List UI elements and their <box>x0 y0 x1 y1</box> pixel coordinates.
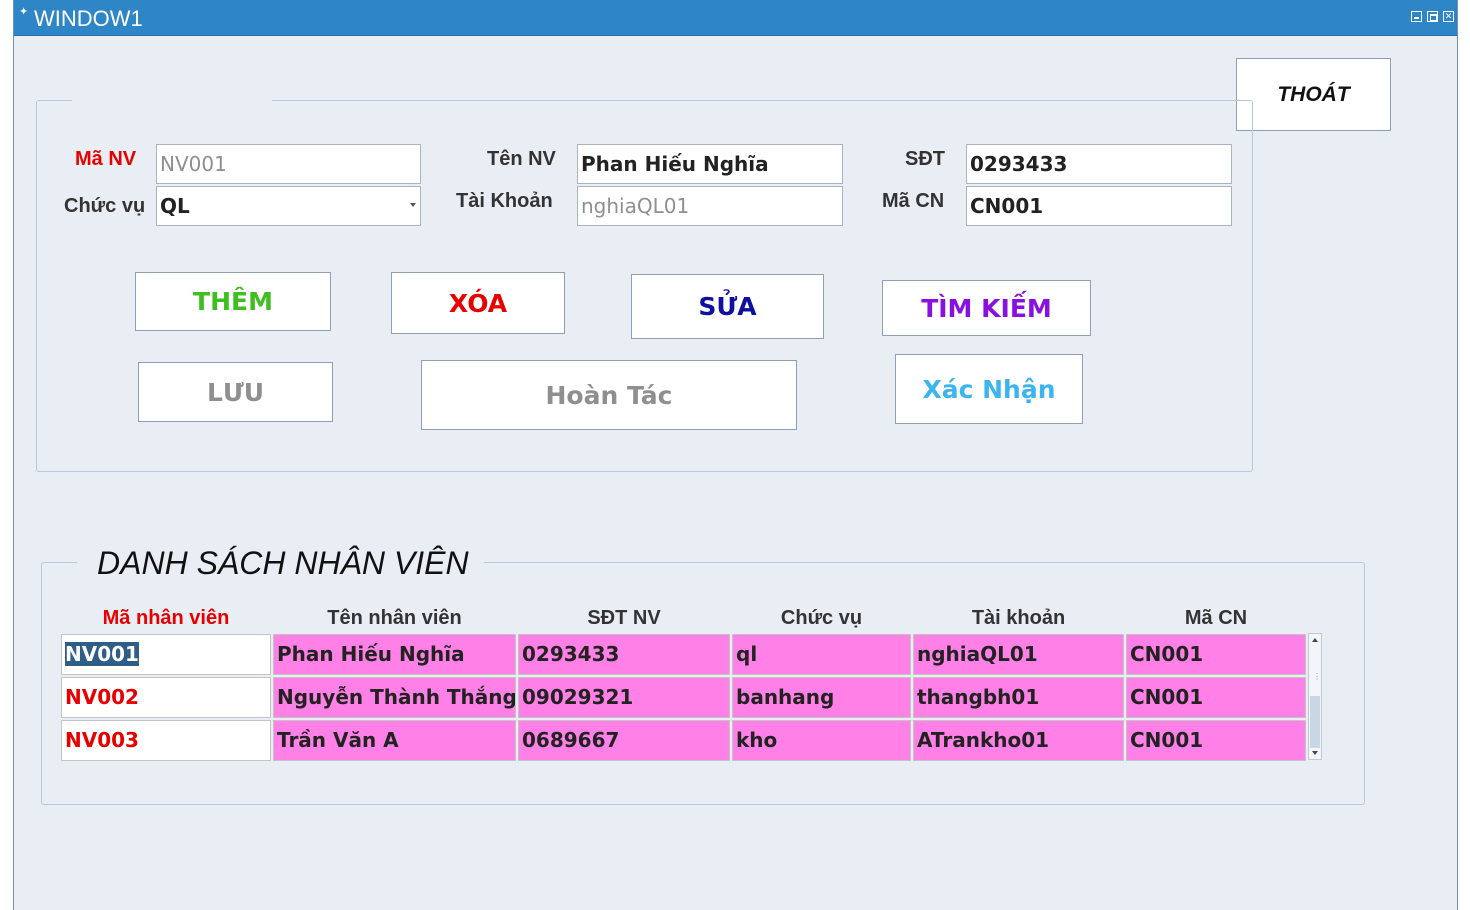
search-button[interactable]: TÌM KIẾM <box>882 280 1091 336</box>
table-cell-ma-nv[interactable]: NV003 <box>61 720 271 761</box>
chuc-vu-label: Chức vụ <box>64 195 146 217</box>
table-cell-ma-cn[interactable]: CN001 <box>1126 677 1306 718</box>
scroll-grip-icon: ⋮ <box>1313 672 1321 681</box>
column-header-sdt[interactable]: SĐT NV <box>518 607 730 633</box>
table-cell-ten-nv[interactable]: Phan Hiếu Nghĩa <box>273 634 516 675</box>
app-icon: ✦ <box>19 6 29 18</box>
close-icon[interactable]: ✕ <box>1443 11 1454 22</box>
table-cell-sdt[interactable]: 09029321 <box>518 677 730 718</box>
edit-button[interactable]: SỬA <box>631 274 824 339</box>
save-button[interactable]: LƯU <box>138 362 333 422</box>
panel-title-gap <box>72 97 272 103</box>
table-cell-tai-khoan[interactable]: nghiaQL01 <box>913 634 1124 675</box>
exit-button[interactable]: THOÁT <box>1236 58 1391 131</box>
list-title: DANH SÁCH NHÂN VIÊN <box>97 545 469 581</box>
maximize-icon[interactable] <box>1427 11 1438 22</box>
ma-cn-label: Mã CN <box>882 190 945 212</box>
table-cell-chuc-vu[interactable]: kho <box>732 720 911 761</box>
scroll-thumb[interactable] <box>1310 696 1320 748</box>
scroll-up-icon[interactable] <box>1312 638 1318 642</box>
table-cell-sdt[interactable]: 0689667 <box>518 720 730 761</box>
chuc-vu-select[interactable]: QL <box>156 186 421 226</box>
minimize-icon[interactable] <box>1411 11 1422 22</box>
table-cell-chuc-vu[interactable]: banhang <box>732 677 911 718</box>
column-header-ten-nv[interactable]: Tên nhân viên <box>273 607 516 633</box>
confirm-button[interactable]: Xác Nhận <box>895 354 1083 424</box>
table-cell-sdt[interactable]: 0293433 <box>518 634 730 675</box>
table-scrollbar[interactable]: ⋮ <box>1308 633 1322 760</box>
ma-nv-field[interactable]: NV001 <box>156 144 421 184</box>
chuc-vu-value: QL <box>160 194 190 218</box>
sdt-field[interactable]: 0293433 <box>966 144 1232 184</box>
delete-button[interactable]: XÓA <box>391 272 565 334</box>
table-cell-tai-khoan[interactable]: thangbh01 <box>913 677 1124 718</box>
table-cell-chuc-vu[interactable]: ql <box>732 634 911 675</box>
column-header-tai-khoan[interactable]: Tài khoản <box>913 607 1124 633</box>
column-header-ma-cn[interactable]: Mã CN <box>1126 607 1306 633</box>
table-cell-ten-nv[interactable]: Nguyễn Thành Thắng <box>273 677 516 718</box>
table-cell-ma-cn[interactable]: CN001 <box>1126 634 1306 675</box>
add-button[interactable]: THÊM <box>135 272 331 331</box>
selected-cell-text: NV001 <box>65 642 139 666</box>
table-cell-ma-cn[interactable]: CN001 <box>1126 720 1306 761</box>
table-cell-ten-nv[interactable]: Trần Văn A <box>273 720 516 761</box>
ma-nv-label: Mã NV <box>75 148 137 170</box>
table-cell-ma-nv[interactable]: NV001 <box>61 634 271 675</box>
ten-nv-field[interactable]: Phan Hiếu Nghĩa <box>577 144 843 184</box>
column-header-chuc-vu[interactable]: Chức vụ <box>732 607 911 633</box>
app-window: ✦ WINDOW1 ✕ THOÁT Mã NV NV001 Tên NV Pha… <box>13 0 1458 910</box>
column-header-ma-nv[interactable]: Mã nhân viên <box>61 607 271 633</box>
tai-khoan-label: Tài Khoản <box>456 190 553 212</box>
ma-cn-field[interactable]: CN001 <box>966 186 1232 226</box>
tai-khoan-field[interactable]: nghiaQL01 <box>577 186 843 226</box>
window-title: WINDOW1 <box>34 6 143 31</box>
ten-nv-label: Tên NV <box>487 148 556 170</box>
scroll-down-icon[interactable] <box>1312 751 1318 755</box>
chevron-down-icon[interactable] <box>410 203 416 207</box>
table-cell-tai-khoan[interactable]: ATrankho01 <box>913 720 1124 761</box>
sdt-label: SĐT <box>905 148 945 170</box>
table-cell-ma-nv[interactable]: NV002 <box>61 677 271 718</box>
title-bar[interactable]: ✦ WINDOW1 ✕ <box>14 0 1457 36</box>
undo-button[interactable]: Hoàn Tác <box>421 360 797 430</box>
